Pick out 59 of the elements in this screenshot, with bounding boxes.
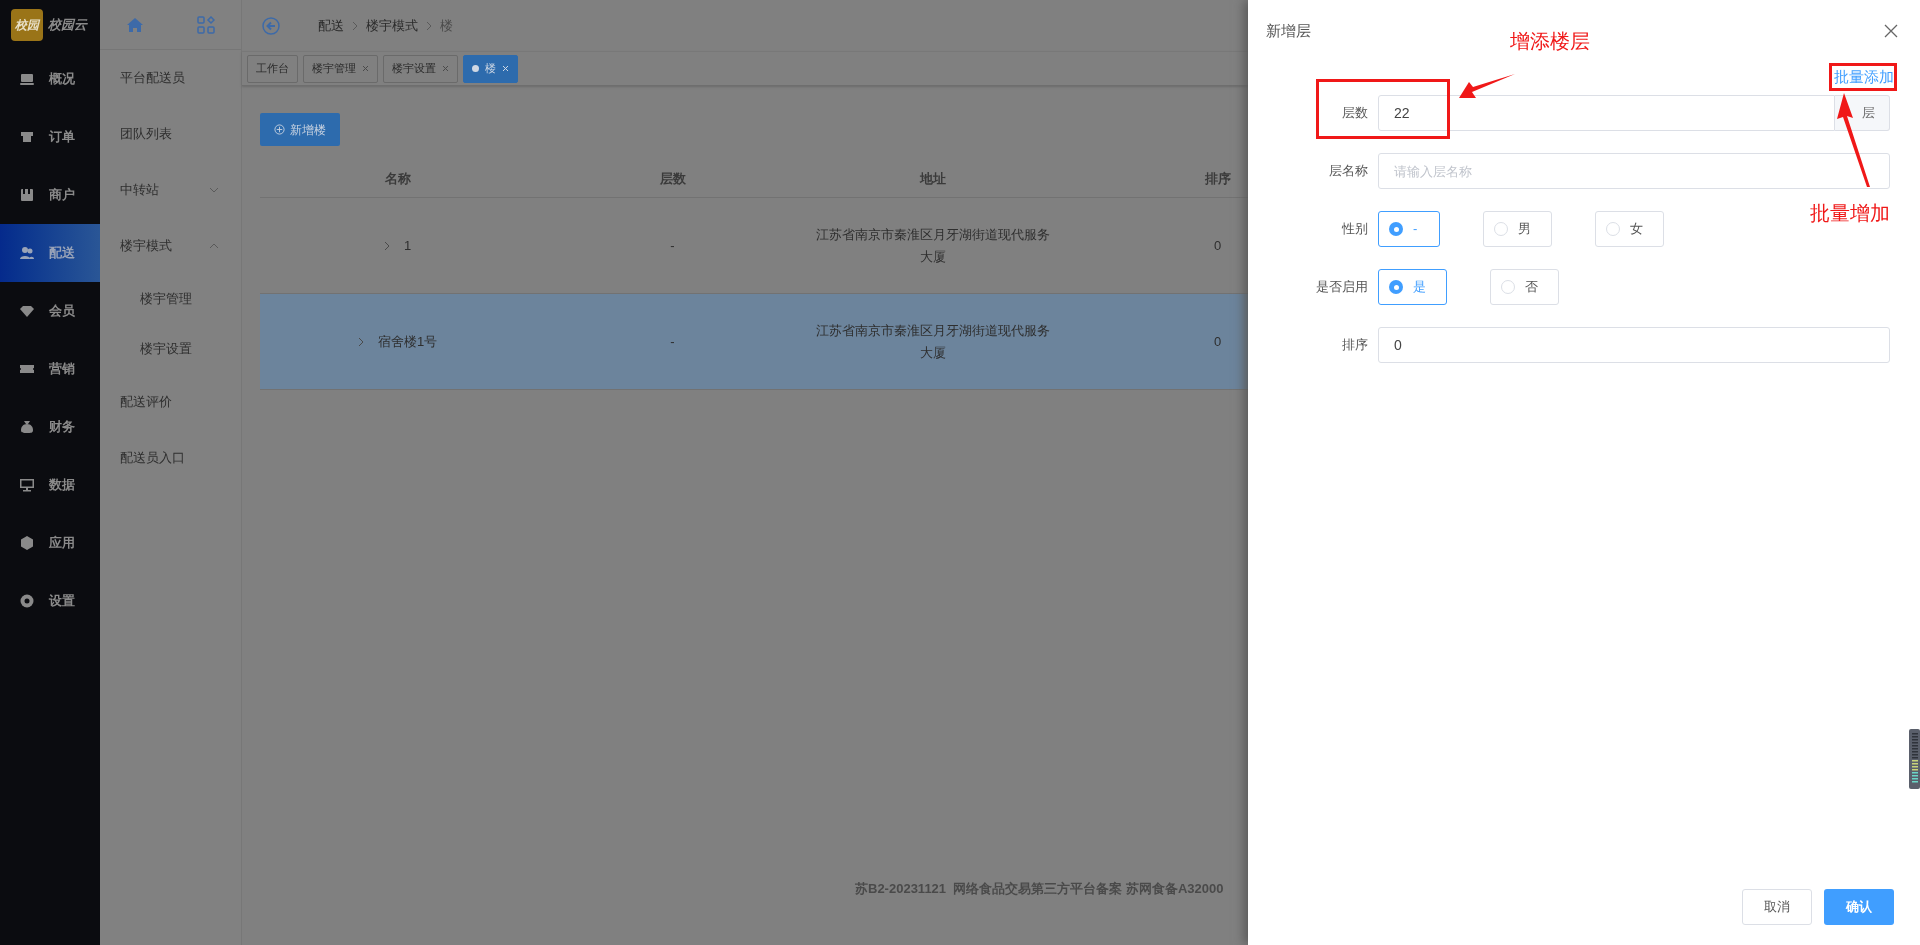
submenu-item[interactable]: 楼宇设置 [100, 324, 241, 374]
submenu-item[interactable]: 楼宇管理 [100, 274, 241, 324]
column-header: 地址 [919, 169, 946, 188]
annotation-text: 批量增加 [1810, 201, 1890, 226]
nav-item[interactable]: 营销 [0, 340, 100, 398]
nav-item[interactable]: 商户 [0, 166, 100, 224]
nav-item[interactable]: 会员 [0, 282, 100, 340]
table-cell-text: 1 [403, 236, 412, 255]
field-label: 层名称 [1328, 162, 1368, 181]
table-row[interactable]: 宿舍楼1号 - 江苏省南京市秦淮区月牙湖街道现代服务大厦 0 [260, 294, 1248, 390]
nav-item[interactable]: 订单 [0, 108, 100, 166]
radio-option[interactable]: - [1378, 211, 1440, 247]
radio-option[interactable]: 否 [1490, 269, 1559, 305]
nav-item[interactable]: 配送 [0, 224, 100, 282]
input-field[interactable]: 22 [1378, 95, 1835, 131]
submenu-item[interactable]: 楼宇模式 [100, 218, 241, 274]
logo-mark: 校园 [11, 9, 43, 41]
breadcrumb-item[interactable]: 配送 [318, 15, 344, 36]
nav-item[interactable]: 数据 [0, 456, 100, 514]
cancel-button[interactable]: 取消 [1742, 889, 1812, 925]
table-cell-text: 0 [1213, 332, 1222, 351]
tab[interactable]: 工作台 [247, 54, 298, 83]
table-cell-text: - [670, 332, 675, 351]
nav-item[interactable]: 设置 [0, 572, 100, 630]
nav-item[interactable]: 概况 [0, 50, 100, 108]
nav-item[interactable]: 财务 [0, 398, 100, 456]
drawer-title: 新增层 [1266, 20, 1311, 41]
breadcrumb-item[interactable]: 楼宇模式 [366, 15, 418, 36]
radio-option[interactable]: 是 [1378, 269, 1447, 305]
annotation-text: 增添楼层 [1510, 29, 1590, 54]
submenu-item[interactable]: 平台配送员 [100, 50, 241, 106]
column-header: 层数 [659, 169, 686, 188]
field-label: 排序 [1341, 336, 1368, 355]
radio-option[interactable]: 女 [1595, 211, 1664, 247]
field-label: 层数 [1341, 104, 1368, 123]
column-header: 名称 [384, 169, 411, 188]
column-header: 排序 [1204, 169, 1231, 188]
submenu-item[interactable]: 配送评价 [100, 374, 241, 430]
input-field[interactable]: 请输入层名称 [1378, 153, 1890, 189]
tab[interactable]: 楼 [463, 54, 518, 83]
submenu-item[interactable]: 中转站 [100, 162, 241, 218]
table-cell-text: 宿舍楼1号 [377, 332, 438, 351]
submenu-item[interactable]: 团队列表 [100, 106, 241, 162]
table-cell-text: - [670, 236, 675, 255]
table-cell-text: 江苏省南京市秦淮区月牙湖街道现代服务大厦 [814, 225, 1051, 266]
field-label: 性别 [1341, 220, 1368, 239]
add-building-button[interactable]: 新增楼 [260, 113, 340, 146]
tab[interactable]: 楼宇设置 [383, 54, 458, 83]
logo-text: 校园云 [48, 16, 87, 35]
tab[interactable]: 楼宇管理 [303, 54, 378, 83]
input-field[interactable]: 0 [1378, 327, 1890, 363]
radio-option[interactable]: 男 [1483, 211, 1552, 247]
table-cell-text: 江苏省南京市秦淮区月牙湖街道现代服务大厦 [814, 321, 1051, 362]
batch-add-link[interactable]: 批量添加 [1834, 65, 1894, 89]
nav-item[interactable]: 应用 [0, 514, 100, 572]
confirm-button[interactable]: 确认 [1824, 889, 1894, 925]
submenu-item[interactable]: 配送员入口 [100, 430, 241, 486]
table-cell-text: 0 [1213, 236, 1222, 255]
field-label: 是否启用 [1315, 278, 1368, 297]
